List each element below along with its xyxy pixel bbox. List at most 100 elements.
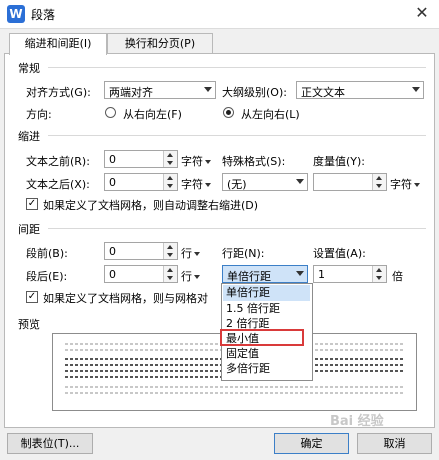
indent-after-stepper[interactable]: 0 (104, 173, 178, 191)
line-spacing-label: 行距(N): (222, 247, 265, 260)
ltr-radio[interactable] (223, 107, 234, 118)
indent-after-value: 0 (109, 176, 116, 189)
space-before-unit[interactable]: 行 (181, 245, 200, 261)
alignment-value: 两端对齐 (109, 86, 153, 99)
special-format-select[interactable]: (无) (222, 173, 308, 191)
spacing-divider (48, 228, 426, 229)
unit-text: 字符 (181, 178, 203, 191)
title-bar (0, 0, 439, 29)
stepper-buttons[interactable] (163, 243, 177, 259)
arrow-down-icon (167, 184, 173, 188)
ltr-label: 从左向右(L) (241, 108, 300, 121)
setting-label: 设置值(A): (313, 247, 366, 260)
indent-after-label: 文本之后(X): (26, 178, 90, 191)
setting-value: 1 (318, 268, 325, 281)
unit-text: 行 (181, 247, 192, 260)
caret-down-icon (205, 160, 211, 164)
measure-unit[interactable]: 字符 (390, 176, 420, 192)
setting-unit: 倍 (392, 270, 403, 283)
space-before-label: 段前(B): (26, 247, 68, 260)
measure-stepper[interactable] (313, 173, 387, 191)
special-format-value: (无) (227, 178, 247, 191)
space-after-value: 0 (109, 268, 116, 281)
indent-grid-label: 如果定义了文档网格，则自动调整右缩进(D) (43, 199, 259, 212)
indent-divider (48, 135, 426, 136)
unit-text: 字符 (390, 178, 412, 191)
chevron-down-icon (296, 271, 304, 276)
space-before-stepper[interactable]: 0 (104, 242, 178, 260)
ok-button[interactable]: 确定 (274, 433, 349, 454)
indent-before-value: 0 (109, 153, 116, 166)
watermark: Bai 经验 (330, 414, 384, 429)
space-after-label: 段后(E): (26, 270, 68, 283)
option-multiple[interactable]: 多倍行距 (223, 361, 310, 377)
alignment-label: 对齐方式(G): (26, 86, 91, 99)
stepper-buttons[interactable] (163, 174, 177, 190)
tab-indent-spacing[interactable]: 缩进和间距(I) (9, 33, 107, 55)
arrow-up-icon (376, 268, 382, 272)
indent-before-label: 文本之前(R): (26, 155, 90, 168)
spacing-grid-checkbox[interactable]: ✓ (26, 291, 38, 303)
unit-text: 字符 (181, 155, 203, 168)
option-single[interactable]: 单倍行距 (223, 285, 310, 301)
general-heading: 常规 (18, 62, 40, 75)
arrow-down-icon (167, 276, 173, 280)
general-divider (48, 67, 426, 68)
cancel-button[interactable]: 取消 (357, 433, 432, 454)
spacing-grid-label: 如果定义了文档网格，则与网格对 (43, 292, 208, 305)
arrow-down-icon (376, 184, 382, 188)
preview-line (65, 386, 403, 388)
caret-down-icon (414, 183, 420, 187)
arrow-down-icon (167, 161, 173, 165)
stepper-buttons[interactable] (372, 266, 386, 282)
chevron-down-icon (204, 87, 212, 92)
space-after-stepper[interactable]: 0 (104, 265, 178, 283)
alignment-select[interactable]: 两端对齐 (104, 81, 216, 99)
line-spacing-value: 单倍行距 (227, 270, 271, 283)
indent-grid-checkbox[interactable]: ✓ (26, 198, 38, 210)
arrow-up-icon (167, 153, 173, 157)
stepper-buttons[interactable] (163, 266, 177, 282)
rtl-radio[interactable] (105, 107, 116, 118)
wps-app-icon: W (7, 5, 25, 23)
arrow-up-icon (167, 268, 173, 272)
chevron-down-icon (296, 179, 304, 184)
arrow-up-icon (167, 176, 173, 180)
indent-before-stepper[interactable]: 0 (104, 150, 178, 168)
stepper-buttons[interactable] (372, 174, 386, 190)
caret-down-icon (194, 275, 200, 279)
indent-before-unit[interactable]: 字符 (181, 153, 211, 169)
preview-heading: 预览 (18, 318, 40, 331)
indent-after-unit[interactable]: 字符 (181, 176, 211, 192)
outline-label: 大纲级别(O): (222, 86, 287, 99)
measure-label: 度量值(Y): (313, 155, 366, 168)
space-after-unit[interactable]: 行 (181, 268, 200, 284)
highlight-box (220, 329, 304, 346)
indent-heading: 缩进 (18, 130, 40, 143)
caret-down-icon (205, 183, 211, 187)
tab-stops-button[interactable]: 制表位(T)... (7, 433, 93, 454)
option-1-5[interactable]: 1.5 倍行距 (223, 301, 310, 317)
spacing-heading: 间距 (18, 223, 40, 236)
unit-text: 行 (181, 270, 192, 283)
stepper-buttons[interactable] (163, 151, 177, 167)
line-spacing-select[interactable]: 单倍行距 (222, 265, 308, 283)
rtl-label: 从右向左(F) (123, 108, 182, 121)
space-before-value: 0 (109, 245, 116, 258)
preview-line (65, 392, 403, 394)
arrow-down-icon (376, 276, 382, 280)
window-title: 段落 (31, 8, 56, 22)
tab-line-page-breaks[interactable]: 换行和分页(P) (107, 33, 213, 54)
arrow-down-icon (167, 253, 173, 257)
chevron-down-icon (412, 87, 420, 92)
close-icon[interactable]: ✕ (410, 2, 434, 24)
caret-down-icon (194, 252, 200, 256)
direction-label: 方向: (26, 108, 52, 121)
option-fixed[interactable]: 固定值 (223, 346, 310, 362)
outline-select[interactable]: 正文文本 (296, 81, 424, 99)
setting-stepper[interactable]: 1 (313, 265, 387, 283)
arrow-up-icon (167, 245, 173, 249)
arrow-up-icon (376, 176, 382, 180)
special-format-label: 特殊格式(S): (222, 155, 286, 168)
outline-value: 正文文本 (301, 86, 345, 99)
